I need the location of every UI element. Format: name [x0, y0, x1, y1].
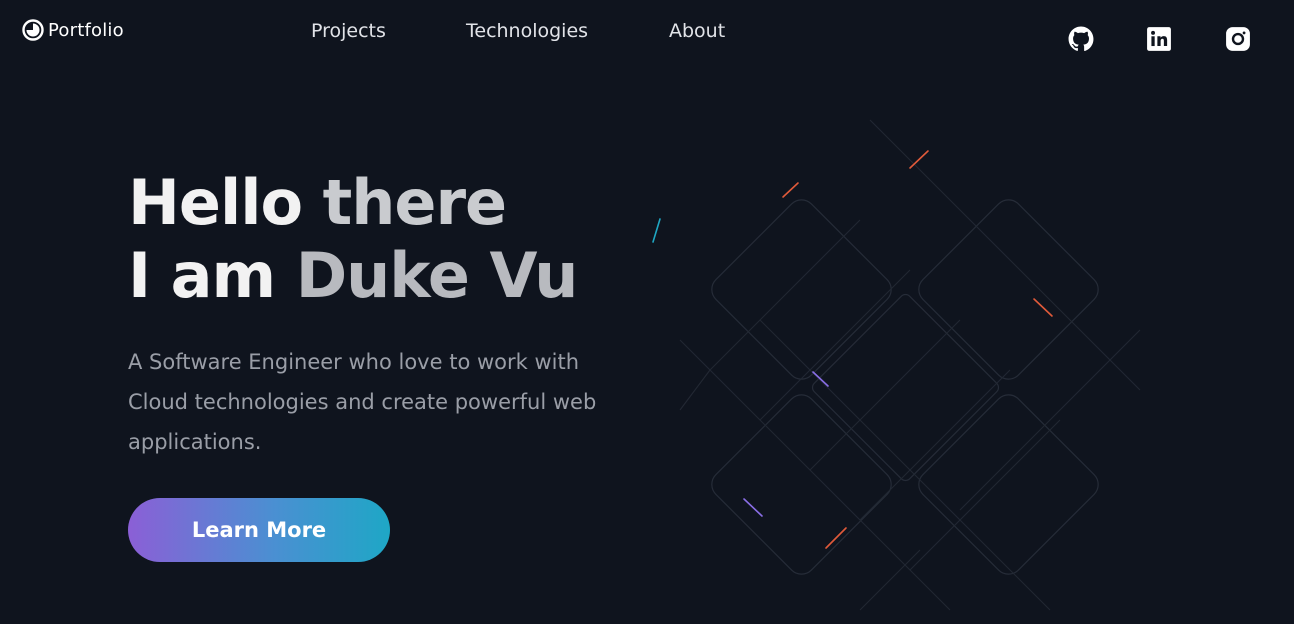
brand-name: Portfolio [48, 19, 124, 41]
brand-logo[interactable]: Portfolio [22, 19, 124, 41]
site-header: Portfolio Projects Technologies About [0, 0, 1294, 80]
hero-greeting-accent: there [322, 166, 507, 239]
linkedin-icon [1147, 27, 1171, 51]
hero-intro: I am [128, 239, 296, 312]
half-circle-logo-icon [22, 19, 44, 41]
hero-heading: Hello there I am Duke Vu [128, 166, 579, 312]
hero-description: A Software Engineer who love to work wit… [128, 350, 597, 454]
hero-greeting: Hello [128, 166, 323, 239]
nav-link-about[interactable]: About [669, 20, 725, 42]
instagram-link[interactable] [1225, 26, 1251, 52]
hero-name: Duke Vu [295, 239, 579, 312]
linkedin-link[interactable] [1146, 26, 1172, 52]
diamond-grid-decoration [652, 119, 1141, 611]
hero-heading-line-1: Hello there [128, 166, 577, 239]
github-icon [1068, 26, 1094, 51]
github-link[interactable] [1068, 26, 1094, 52]
hero-heading-line-2: I am Duke Vu [128, 239, 579, 312]
learn-more-button[interactable]: Learn More [128, 498, 390, 562]
instagram-icon [1226, 27, 1250, 51]
nav-link-technologies[interactable]: Technologies [466, 20, 588, 42]
nav-link-projects[interactable]: Projects [311, 20, 386, 42]
